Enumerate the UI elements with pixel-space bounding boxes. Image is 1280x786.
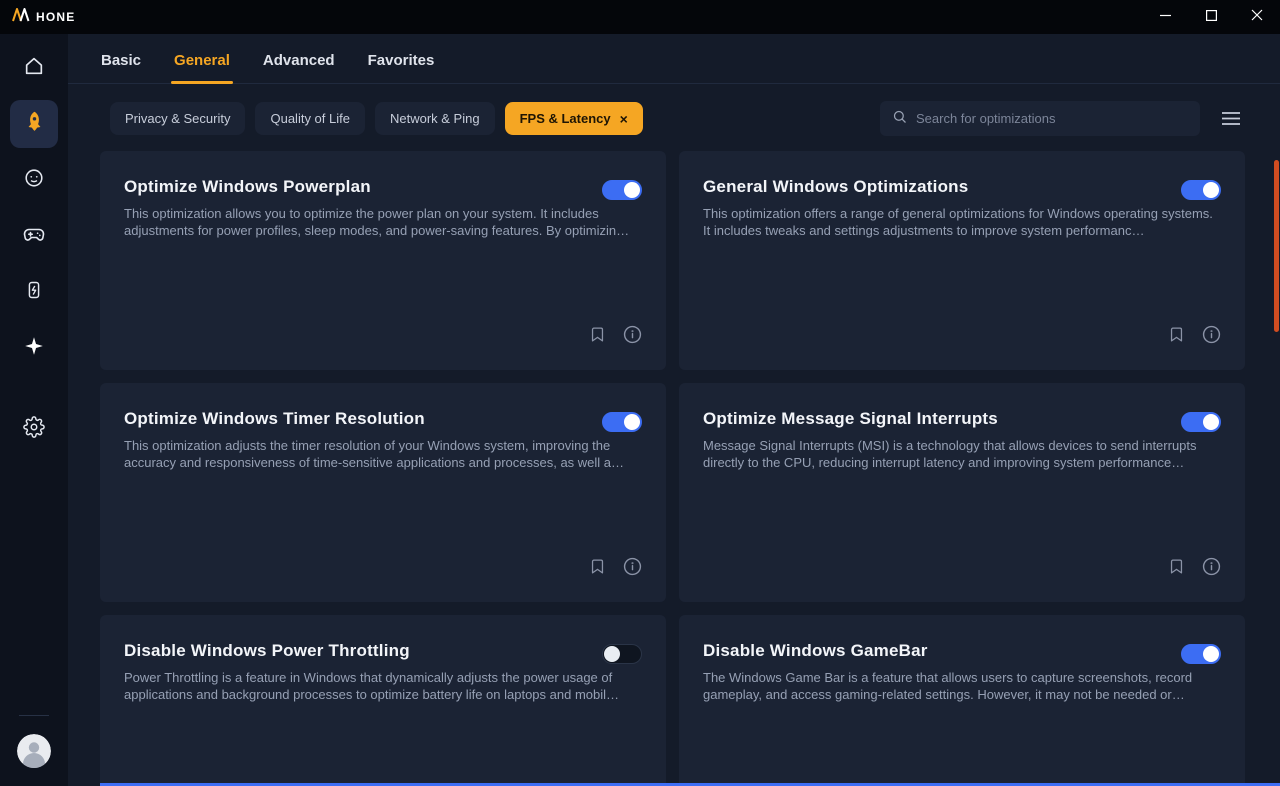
- toggle-knob: [1203, 182, 1219, 198]
- card-actions: [589, 325, 642, 344]
- sidebar-item-settings[interactable]: [10, 405, 58, 453]
- bookmark-button[interactable]: [589, 325, 606, 344]
- sidebar-item-mask[interactable]: [10, 156, 58, 204]
- toggle-switch[interactable]: [602, 180, 642, 200]
- power-battery-icon: [23, 279, 45, 306]
- tab-label: Advanced: [263, 52, 335, 69]
- chip-close-icon[interactable]: ×: [620, 112, 628, 126]
- minimize-icon: [1160, 8, 1171, 26]
- toggle-knob: [1203, 646, 1219, 662]
- info-button[interactable]: [623, 557, 642, 576]
- toggle-switch[interactable]: [1181, 412, 1221, 432]
- optimization-card: Disable Windows Power Throttling Power T…: [100, 615, 666, 786]
- filter-chip-fps-latency[interactable]: FPS & Latency ×: [505, 102, 643, 135]
- bookmark-button[interactable]: [1168, 557, 1185, 576]
- toggle-switch[interactable]: [602, 412, 642, 432]
- filter-menu-icon: [1222, 113, 1240, 130]
- hone-logo-icon: [12, 8, 30, 27]
- filter-bar: Privacy & Security Quality of Life Netwo…: [110, 101, 1280, 136]
- tab-advanced[interactable]: Advanced: [263, 52, 335, 83]
- titlebar: HONE: [0, 0, 1280, 34]
- rocket-icon: [23, 110, 46, 138]
- vertical-scrollbar-thumb[interactable]: [1274, 160, 1279, 332]
- optimization-card: Disable Windows GameBar The Windows Game…: [679, 615, 1245, 786]
- maximize-button[interactable]: [1188, 0, 1234, 34]
- bookmark-button[interactable]: [589, 557, 606, 576]
- sidebar: [0, 34, 68, 786]
- toggle-knob: [624, 414, 640, 430]
- sidebar-item-home[interactable]: [10, 44, 58, 92]
- toggle-switch[interactable]: [1181, 644, 1221, 664]
- sidebar-item-optimizations[interactable]: [10, 100, 58, 148]
- card-description: This optimization adjusts the timer reso…: [124, 438, 642, 472]
- app-logo: HONE: [0, 8, 75, 27]
- info-button[interactable]: [1202, 557, 1221, 576]
- gear-icon: [23, 416, 45, 443]
- maximize-icon: [1206, 8, 1217, 26]
- tab-favorites[interactable]: Favorites: [368, 52, 435, 83]
- tab-basic[interactable]: Basic: [101, 52, 141, 83]
- toggle-switch[interactable]: [602, 644, 642, 664]
- search-box: [880, 101, 1200, 136]
- info-button[interactable]: [623, 325, 642, 344]
- sidebar-item-sparkle[interactable]: [10, 324, 58, 372]
- optimization-card: Optimize Message Signal Interrupts Messa…: [679, 383, 1245, 602]
- filter-chip-network-ping[interactable]: Network & Ping: [375, 102, 495, 135]
- home-icon: [23, 55, 45, 82]
- card-description: The Windows Game Bar is a feature that a…: [703, 670, 1221, 704]
- card-title: Optimize Message Signal Interrupts: [703, 409, 1221, 429]
- sidebar-item-power[interactable]: [10, 268, 58, 316]
- bookmark-button[interactable]: [1168, 325, 1185, 344]
- main-content: Basic General Advanced Favorites Privacy…: [68, 34, 1280, 786]
- sidebar-divider: [19, 715, 49, 716]
- toggle-knob: [1203, 414, 1219, 430]
- close-button[interactable]: [1234, 0, 1280, 34]
- app-name: HONE: [36, 10, 75, 24]
- tab-bar: Basic General Advanced Favorites: [68, 34, 1280, 84]
- sparkle-icon: [23, 335, 45, 362]
- tab-label: Favorites: [368, 52, 435, 69]
- optimization-card: Optimize Windows Powerplan This optimiza…: [100, 151, 666, 370]
- chip-label: Privacy & Security: [125, 111, 230, 126]
- tab-label: Basic: [101, 52, 141, 69]
- card-title: Optimize Windows Timer Resolution: [124, 409, 642, 429]
- minimize-button[interactable]: [1142, 0, 1188, 34]
- toggle-knob: [624, 182, 640, 198]
- gamepad-icon: [22, 222, 46, 251]
- mask-icon: [23, 167, 45, 194]
- optimization-card: Optimize Windows Timer Resolution This o…: [100, 383, 666, 602]
- card-title: Disable Windows Power Throttling: [124, 641, 642, 661]
- card-description: This optimization offers a range of gene…: [703, 206, 1221, 240]
- chip-label: Network & Ping: [390, 111, 480, 126]
- card-title: General Windows Optimizations: [703, 177, 1221, 197]
- chip-label: Quality of Life: [270, 111, 350, 126]
- card-actions: [589, 557, 642, 576]
- toggle-knob: [604, 646, 620, 662]
- info-button[interactable]: [1202, 325, 1221, 344]
- search-icon: [892, 109, 907, 129]
- card-description: Message Signal Interrupts (MSI) is a tec…: [703, 438, 1221, 472]
- chip-label: FPS & Latency: [520, 111, 611, 126]
- close-icon: [1251, 8, 1263, 26]
- search-input[interactable]: [916, 111, 1188, 126]
- optimization-card: General Windows Optimizations This optim…: [679, 151, 1245, 370]
- filter-chip-privacy-security[interactable]: Privacy & Security: [110, 102, 245, 135]
- avatar[interactable]: [17, 734, 51, 768]
- tab-label: General: [174, 52, 230, 69]
- optimization-grid: Optimize Windows Powerplan This optimiza…: [100, 151, 1280, 786]
- card-description: Power Throttling is a feature in Windows…: [124, 670, 642, 704]
- filter-chip-quality-of-life[interactable]: Quality of Life: [255, 102, 365, 135]
- window-controls: [1142, 0, 1280, 34]
- sidebar-item-games[interactable]: [10, 212, 58, 260]
- card-title: Disable Windows GameBar: [703, 641, 1221, 661]
- filter-menu-button[interactable]: [1222, 111, 1240, 131]
- tab-general[interactable]: General: [174, 52, 230, 83]
- card-description: This optimization allows you to optimize…: [124, 206, 642, 240]
- card-actions: [1168, 557, 1221, 576]
- card-actions: [1168, 325, 1221, 344]
- card-title: Optimize Windows Powerplan: [124, 177, 642, 197]
- toggle-switch[interactable]: [1181, 180, 1221, 200]
